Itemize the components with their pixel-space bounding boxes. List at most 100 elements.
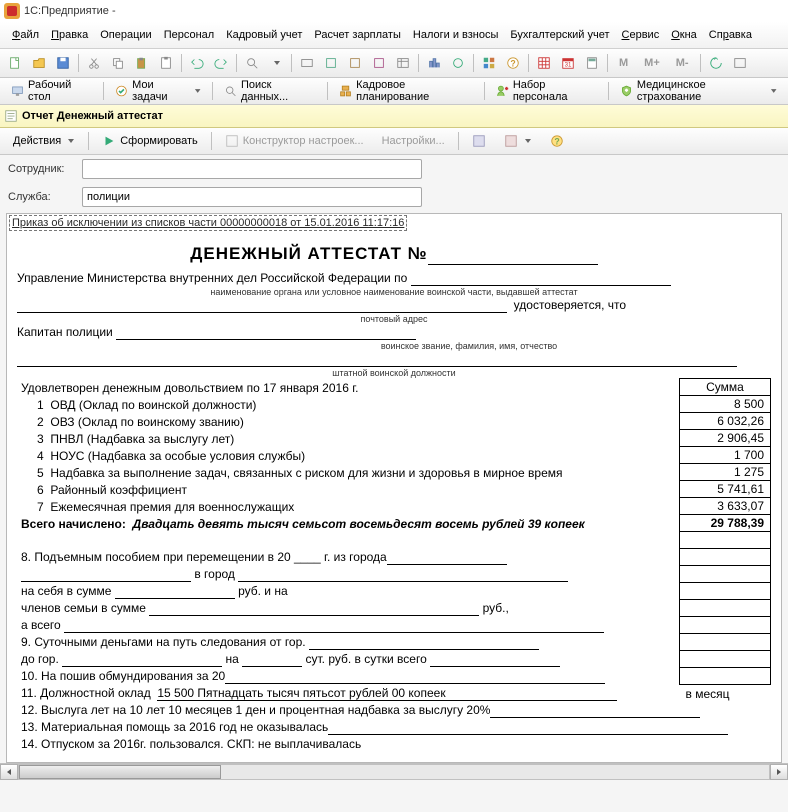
undo-button[interactable] (186, 52, 208, 74)
cut-button[interactable] (83, 52, 105, 74)
line-13: 13. Материальная помощь за 2016 год не о… (17, 719, 771, 736)
scroll-left-button[interactable] (0, 764, 18, 780)
desktop-button[interactable]: Рабочий стол (4, 78, 99, 104)
med-label: Медицинское страхование (637, 79, 764, 103)
new-button[interactable] (4, 52, 26, 74)
menu-operations[interactable]: Операции (94, 27, 157, 43)
scroll-track[interactable] (18, 764, 770, 780)
menu-edit[interactable]: Правка (45, 27, 94, 43)
report-tab-icon (4, 109, 18, 123)
settings-label: Настройки... (382, 135, 445, 147)
svg-text:?: ? (510, 59, 515, 69)
line-9b: до гор. на сут. руб. в сутки всего (17, 651, 680, 668)
t1[interactable] (296, 52, 318, 74)
form-button[interactable]: Сформировать (95, 131, 205, 151)
t5[interactable] (392, 52, 414, 74)
menu-help[interactable]: Справка (703, 27, 758, 43)
t4[interactable] (368, 52, 390, 74)
separator (327, 82, 328, 100)
help-action-button[interactable]: ? (543, 131, 571, 151)
paste-button[interactable] (131, 52, 153, 74)
menu-buh[interactable]: Бухгалтерский учет (504, 27, 615, 43)
open-button[interactable] (28, 52, 50, 74)
menu-tax[interactable]: Налоги и взносы (407, 27, 505, 43)
nabor-label: Набор персонала (513, 79, 597, 103)
t8[interactable] (478, 52, 500, 74)
line-family: членов семьи в сумме руб., (17, 600, 680, 617)
line-12: 12. Выслуга лет на 10 лет 10 месяцев 1 д… (17, 702, 771, 719)
prikaz-link[interactable]: Приказ об исключении из списков части 00… (9, 215, 407, 231)
save-button[interactable] (52, 52, 74, 74)
tool-button-2[interactable] (497, 131, 539, 151)
separator (181, 54, 182, 72)
tool-button-1[interactable] (465, 131, 493, 151)
document-tab-title: Отчет Денежный аттестат (22, 110, 163, 122)
main-toolbar: ? 31 M M+ M- (0, 49, 788, 78)
rank-line: Капитан полиции (17, 325, 771, 340)
rank-caption: воинское звание, фамилия, имя, отчество (167, 341, 771, 351)
employee-input[interactable] (82, 159, 422, 179)
t6[interactable] (423, 52, 445, 74)
tasks-button[interactable]: Мои задачи (108, 78, 208, 104)
app-title: 1С:Предприятие - (24, 5, 116, 17)
constructor-label: Конструктор настроек... (243, 135, 364, 147)
service-label: Служба: (8, 191, 78, 203)
m-button[interactable]: M (612, 50, 635, 76)
satisfied-text: Удовлетворен денежным довольствием по 17… (17, 379, 680, 396)
main-menu: Файл Правка Операции Персонал Кадровый у… (0, 22, 788, 49)
actions-dropdown[interactable]: Действия (6, 132, 82, 150)
scroll-thumb[interactable] (19, 765, 221, 779)
separator (418, 54, 419, 72)
calc-button[interactable] (581, 52, 603, 74)
menu-calc[interactable]: Расчет зарплаты (308, 27, 407, 43)
doc-title: ДЕНЕЖНЫЙ АТТЕСТАТ № (17, 244, 771, 265)
menu-windows[interactable]: Окна (665, 27, 703, 43)
doc-title-text: ДЕНЕЖНЫЙ АТТЕСТАТ № (190, 244, 428, 263)
t3[interactable] (344, 52, 366, 74)
menu-personnel[interactable]: Персонал (158, 27, 221, 43)
clipboard-button[interactable] (155, 52, 177, 74)
mminus-button[interactable]: M- (669, 50, 696, 76)
nabor-button[interactable]: Набор персонала (489, 78, 604, 104)
separator (212, 82, 213, 100)
med-button[interactable]: Медицинское страхование (613, 78, 784, 104)
separator (103, 82, 104, 100)
find-dropdown[interactable] (265, 52, 287, 74)
horizontal-scrollbar[interactable] (0, 763, 788, 780)
app-logo-icon (4, 3, 20, 19)
copy-button[interactable] (107, 52, 129, 74)
find-button[interactable] (241, 52, 263, 74)
org-caption: наименование органа или условное наимено… (17, 287, 771, 297)
cal-button[interactable]: 31 (557, 52, 579, 74)
scroll-right-button[interactable] (770, 764, 788, 780)
t-last2[interactable] (729, 52, 751, 74)
employee-label: Сотрудник: (8, 163, 78, 175)
menu-file[interactable]: Файл (6, 27, 45, 43)
t7[interactable] (447, 52, 469, 74)
plan-button[interactable]: Кадровое планирование (332, 78, 480, 104)
service-input[interactable]: полиции (82, 187, 422, 207)
separator (607, 54, 608, 72)
separator (291, 54, 292, 72)
search-data-button[interactable]: Поиск данных... (217, 78, 323, 104)
mplus-button[interactable]: M+ (637, 50, 667, 76)
grid-button[interactable] (533, 52, 555, 74)
constructor-button[interactable]: Конструктор настроек... (218, 131, 371, 151)
settings-button[interactable]: Настройки... (375, 132, 452, 150)
udost-line: удостоверяется, что (17, 298, 771, 313)
separator (211, 132, 212, 150)
service-value: полиции (87, 191, 130, 203)
separator (700, 54, 701, 72)
help-button[interactable]: ? (502, 52, 524, 74)
line-self: на себя в сумме руб. и на (17, 583, 680, 600)
post-caption: штатной воинской должности (17, 368, 771, 378)
t2[interactable] (320, 52, 342, 74)
separator (236, 54, 237, 72)
separator (458, 132, 459, 150)
form-label: Сформировать (120, 135, 198, 147)
menu-service[interactable]: Сервис (616, 27, 666, 43)
separator (484, 82, 485, 100)
redo-button[interactable] (210, 52, 232, 74)
t-last1[interactable] (705, 52, 727, 74)
menu-kadr[interactable]: Кадровый учет (220, 27, 308, 43)
